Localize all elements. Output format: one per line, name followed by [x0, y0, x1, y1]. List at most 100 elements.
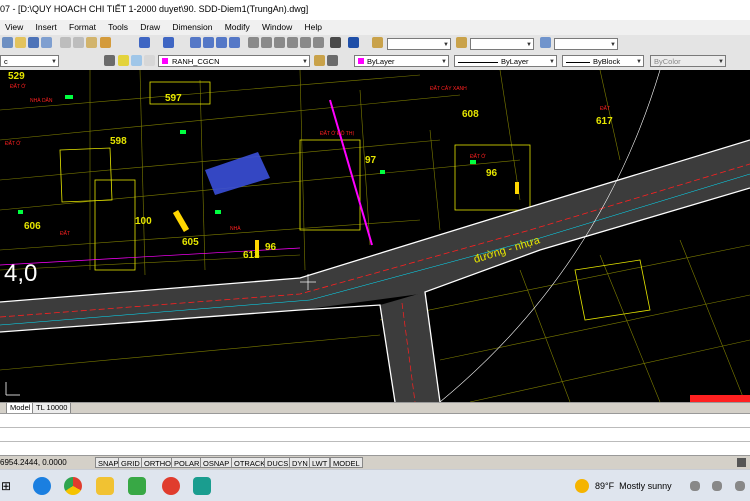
svg-text:ĐẤT CÂY XANH: ĐẤT CÂY XANH	[430, 85, 467, 92]
parcel-617: 617	[596, 116, 613, 127]
drawing-svg[interactable]: NHÀ DÂN ĐẤT Ở ĐẤT Ở ĐÔ THỊ ĐẤT CÂY XANH ĐẤT…	[0, 70, 750, 402]
weather-text: Mostly sunny	[619, 481, 672, 491]
lineweight-combo-value: ByBlock	[593, 57, 621, 66]
parcel-529: 529	[8, 71, 25, 82]
menu-window[interactable]: Window	[257, 20, 297, 32]
parcel-97: 97	[365, 155, 377, 166]
model-button[interactable]: MODEL	[330, 457, 363, 468]
parcel-598: 598	[110, 136, 127, 147]
svg-text:ĐẤT Ở: ĐẤT Ở	[470, 153, 486, 160]
properties-icon[interactable]	[248, 37, 259, 48]
menu-draw[interactable]: Draw	[135, 20, 165, 32]
command-window[interactable]	[0, 413, 750, 456]
redo-icon[interactable]	[163, 37, 174, 48]
tray-icon-2[interactable]	[712, 481, 722, 491]
otrack-button[interactable]: OTRACK	[231, 457, 269, 468]
zoom-realtime-icon[interactable]	[203, 37, 214, 48]
calculator-icon[interactable]	[330, 37, 341, 48]
drawing-area[interactable]: NHÀ DÂN ĐẤT Ở ĐẤT Ở ĐÔ THỊ ĐẤT CÂY XANH ĐẤT…	[0, 70, 750, 402]
menu-bar: View Insert Format Tools Draw Dimension …	[0, 20, 750, 35]
svg-text:ĐẤT: ĐẤT	[600, 105, 610, 112]
sheet-set-icon[interactable]	[287, 37, 298, 48]
command-line-2	[0, 441, 750, 442]
save-icon[interactable]	[28, 37, 39, 48]
sun-freeze-icon[interactable]	[131, 55, 142, 66]
windows-taskbar: ⊞ 89°F Mostly sunny	[0, 469, 750, 501]
table-style-icon[interactable]	[540, 37, 551, 48]
copy-icon[interactable]	[73, 37, 84, 48]
layer-combo[interactable]: RANH_CGCN ▼	[158, 55, 310, 67]
svg-text:ĐẤT Ở ĐÔ THỊ: ĐẤT Ở ĐÔ THỊ	[320, 130, 354, 137]
tray-icon-3[interactable]	[735, 481, 745, 491]
chrome-icon[interactable]	[64, 477, 82, 495]
app-green-icon[interactable]	[128, 477, 146, 495]
tray-settings-icon[interactable]	[737, 458, 746, 467]
menu-view[interactable]: View	[0, 20, 28, 32]
plot-icon[interactable]	[41, 37, 52, 48]
dyn-button[interactable]: DYN	[289, 457, 311, 468]
quickcalc-icon[interactable]	[313, 37, 324, 48]
menu-format[interactable]: Format	[64, 20, 101, 32]
plotstyle-combo-value: ByColor	[654, 57, 681, 66]
menu-insert[interactable]: Insert	[31, 20, 62, 32]
tool-palettes-icon[interactable]	[274, 37, 285, 48]
lwt-button[interactable]: LWT	[309, 457, 331, 468]
zoom-previous-icon[interactable]	[229, 37, 240, 48]
workspace-combo[interactable]: c ▼	[0, 55, 59, 67]
text-style-combo[interactable]: ▼	[387, 38, 451, 50]
yellow-marker-2	[515, 182, 519, 194]
layer-manager-icon[interactable]	[104, 55, 115, 66]
parcel-608: 608	[462, 109, 479, 120]
design-center-icon[interactable]	[261, 37, 272, 48]
standard-toolbar: ▼ ▼ ▼	[0, 35, 750, 54]
color-combo-value: ByLayer	[367, 57, 395, 66]
parcel-96b: 96	[265, 242, 277, 253]
table-style-combo[interactable]: ▼	[554, 38, 618, 50]
svg-text:ĐẤT Ở: ĐẤT Ở	[10, 83, 26, 90]
polar-button[interactable]: POLAR	[171, 457, 203, 468]
parcel-606: 606	[24, 221, 41, 232]
parcel-597: 597	[165, 93, 182, 104]
ortho-button[interactable]: ORTHO	[141, 457, 174, 468]
menu-modify[interactable]: Modify	[220, 20, 255, 32]
undo-icon[interactable]	[139, 37, 150, 48]
edge-icon[interactable]	[33, 477, 51, 495]
linetype-combo[interactable]: ByLayer ▼	[454, 55, 557, 67]
zoom-window-icon[interactable]	[216, 37, 227, 48]
svg-text:NHÀ DÂN: NHÀ DÂN	[30, 97, 53, 104]
lock-icon[interactable]	[144, 55, 155, 66]
osnap-button[interactable]: OSNAP	[200, 457, 233, 468]
start-icon[interactable]: ⊞	[1, 477, 19, 495]
app-red-icon[interactable]	[162, 477, 180, 495]
command-line-1	[0, 427, 750, 428]
menu-dimension[interactable]: Dimension	[167, 20, 217, 32]
paste-icon[interactable]	[86, 37, 97, 48]
help-icon[interactable]	[348, 37, 359, 48]
weather-widget[interactable]: 89°F Mostly sunny	[595, 481, 672, 491]
grid-button[interactable]: GRID	[118, 457, 143, 468]
text-style-icon[interactable]	[372, 37, 383, 48]
tray-icon-1[interactable]	[690, 481, 700, 491]
make-current-icon[interactable]	[314, 55, 325, 66]
layer-previous-icon[interactable]	[327, 55, 338, 66]
lightbulb-icon[interactable]	[118, 55, 129, 66]
new-file-icon[interactable]	[2, 37, 13, 48]
boundary-line	[329, 99, 373, 246]
parcel-grid	[0, 70, 750, 402]
autocad-icon[interactable]	[193, 477, 211, 495]
dim-style-icon[interactable]	[456, 37, 467, 48]
color-combo[interactable]: ByLayer ▼	[354, 55, 449, 67]
parcel-100: 100	[135, 216, 152, 227]
open-file-icon[interactable]	[15, 37, 26, 48]
pan-icon[interactable]	[190, 37, 201, 48]
file-explorer-icon[interactable]	[96, 477, 114, 495]
lineweight-combo[interactable]: ByBlock ▼	[562, 55, 644, 67]
cut-icon[interactable]	[60, 37, 71, 48]
yellow-marker	[172, 209, 190, 233]
menu-help[interactable]: Help	[299, 20, 326, 32]
ducs-button[interactable]: DUCS	[264, 457, 292, 468]
menu-tools[interactable]: Tools	[103, 20, 133, 32]
markup-icon[interactable]	[300, 37, 311, 48]
dim-style-combo[interactable]: ▼	[470, 38, 534, 50]
match-properties-icon[interactable]	[100, 37, 111, 48]
